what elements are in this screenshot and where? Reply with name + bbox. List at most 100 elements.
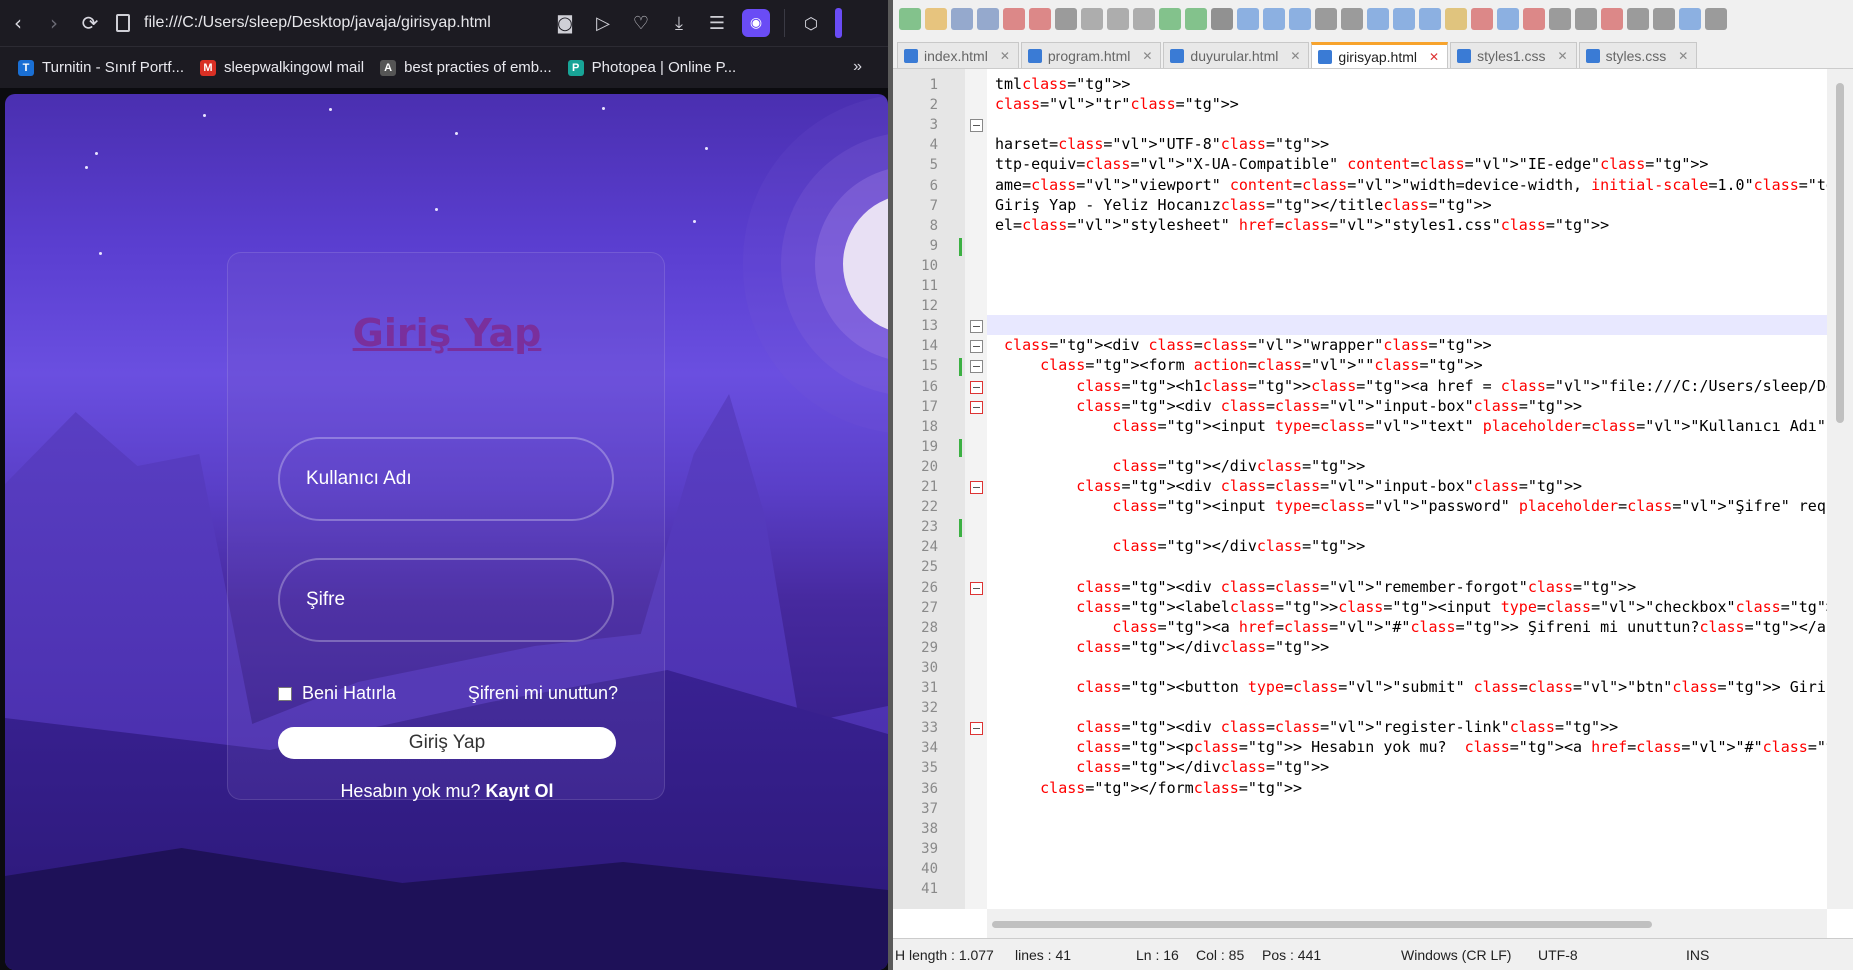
- code-line[interactable]: tmlclass="tg">>: [995, 75, 1130, 93]
- camera-icon[interactable]: ◙: [546, 5, 584, 41]
- scrollbar-thumb[interactable]: [992, 921, 1652, 928]
- toolbar-button-icon[interactable]: [1185, 8, 1207, 30]
- toolbar-button-icon[interactable]: [899, 8, 921, 30]
- code-line[interactable]: class="tg"><pclass="tg">> Hesabın yok mu…: [995, 738, 1827, 756]
- code-line[interactable]: class="tg"><div class=class="vl">"regist…: [995, 718, 1618, 736]
- back-icon[interactable]: ‹: [0, 5, 36, 41]
- close-icon[interactable]: ✕: [1678, 49, 1688, 63]
- vertical-scrollbar[interactable]: [1827, 69, 1853, 909]
- bookmark-item[interactable]: Msleepwalkingowl mail: [200, 59, 364, 76]
- fold-toggle-icon[interactable]: [970, 320, 983, 334]
- close-icon[interactable]: ✕: [1000, 49, 1010, 63]
- code-line[interactable]: class="tg"><a href=class="vl">"#"class="…: [995, 618, 1827, 636]
- code-line[interactable]: class="tg"></divclass="tg">>: [995, 537, 1365, 555]
- toolbar-button-icon[interactable]: [1445, 8, 1467, 30]
- login-submit-button[interactable]: Giriş Yap: [278, 727, 616, 759]
- toolbar-button-icon[interactable]: [1367, 8, 1389, 30]
- toolbar-button-icon[interactable]: [1315, 8, 1337, 30]
- password-input[interactable]: Şifre: [278, 558, 614, 642]
- username-input[interactable]: Kullanıcı Adı: [278, 437, 614, 521]
- fold-toggle-icon[interactable]: [970, 380, 983, 394]
- code-line[interactable]: class="tg"><labelclass="tg">>class="tg">…: [995, 598, 1827, 616]
- download-icon[interactable]: ⤓: [660, 5, 698, 41]
- code-line[interactable]: ame=class="vl">"viewport" content=class=…: [995, 176, 1827, 194]
- close-icon[interactable]: ✕: [1429, 50, 1439, 64]
- code-area[interactable]: tmlclass="tg">> class="vl">"tr"class="tg"…: [987, 69, 1827, 909]
- editor-tab[interactable]: girisyap.html ✕: [1311, 42, 1449, 68]
- editor-tab[interactable]: styles1.css ✕: [1450, 42, 1577, 68]
- scrollbar-thumb[interactable]: [1836, 83, 1844, 423]
- code-line[interactable]: class="tg"><input type=class="vl">"passw…: [995, 497, 1827, 515]
- toolbar-button-icon[interactable]: [1263, 8, 1285, 30]
- bookmark-item[interactable]: P Photopea | Online P...: [567, 59, 736, 76]
- toolbar-button-icon[interactable]: [1341, 8, 1363, 30]
- toolbar-button-icon[interactable]: [1419, 8, 1441, 30]
- code-line[interactable]: class="tg"></divclass="tg">>: [995, 638, 1329, 656]
- toolbar-button-icon[interactable]: [1497, 8, 1519, 30]
- code-line[interactable]: class="tg"><button type=class="vl">"subm…: [995, 678, 1827, 696]
- settings-sliders-icon[interactable]: ☰: [698, 5, 736, 41]
- bookmark-item[interactable]: T Turnitin - Sınıf Portf...: [18, 59, 184, 76]
- address-bar[interactable]: file:///C:/Users/sleep/Desktop/javaja/gi…: [116, 14, 546, 32]
- toolbar-button-icon[interactable]: [1627, 8, 1649, 30]
- code-line[interactable]: class="tg"><div class=class="vl">"input-…: [995, 477, 1582, 495]
- code-line[interactable]: class="tg"><div class=class="vl">"rememb…: [995, 578, 1636, 596]
- forward-icon[interactable]: ›: [36, 5, 72, 41]
- code-line[interactable]: class="tg"><h1class="tg">>class="tg"><a …: [995, 377, 1827, 395]
- code-line[interactable]: class="tg"><div class=class="vl">"wrappe…: [995, 336, 1492, 354]
- toolbar-button-icon[interactable]: [1653, 8, 1675, 30]
- toolbar-button-icon[interactable]: [1081, 8, 1103, 30]
- cube-icon[interactable]: ⬡: [793, 5, 829, 41]
- sidebar-accent[interactable]: [835, 8, 842, 38]
- code-line[interactable]: Giriş Yap - Yeliz Hocanızclass="tg"></ti…: [995, 196, 1492, 214]
- toolbar-button-icon[interactable]: [1211, 8, 1233, 30]
- code-line[interactable]: class="tg"></divclass="tg">>: [995, 457, 1365, 475]
- toolbar-button-icon[interactable]: [1055, 8, 1077, 30]
- fold-toggle-icon[interactable]: [970, 722, 983, 736]
- horizontal-scrollbar[interactable]: [987, 909, 1827, 939]
- fold-toggle-icon[interactable]: [970, 340, 983, 354]
- editor-tab[interactable]: styles.css ✕: [1578, 42, 1698, 68]
- code-line[interactable]: class="tg"></formclass="tg">>: [995, 779, 1302, 797]
- code-line[interactable]: class="tg"><form action=class="vl">""cla…: [995, 356, 1483, 374]
- toolbar-button-icon[interactable]: [1679, 8, 1701, 30]
- editor-tab[interactable]: index.html ✕: [897, 42, 1019, 68]
- toolbar-button-icon[interactable]: [977, 8, 999, 30]
- toolbar-button-icon[interactable]: [1705, 8, 1727, 30]
- login-title-link[interactable]: Giriş Yap: [228, 311, 666, 355]
- toolbar-button-icon[interactable]: [1107, 8, 1129, 30]
- close-icon[interactable]: ✕: [1142, 49, 1152, 63]
- register-link[interactable]: Kayıt Ol: [486, 781, 554, 801]
- toolbar-button-icon[interactable]: [1393, 8, 1415, 30]
- code-line[interactable]: class="tg"><input type=class="vl">"text"…: [995, 417, 1827, 435]
- toolbar-button-icon[interactable]: [951, 8, 973, 30]
- toolbar-button-icon[interactable]: [1471, 8, 1493, 30]
- toolbar-button-icon[interactable]: [1523, 8, 1545, 30]
- fold-toggle-icon[interactable]: [970, 400, 983, 414]
- toolbar-button-icon[interactable]: [1133, 8, 1155, 30]
- bookmarks-overflow-icon[interactable]: »: [853, 58, 862, 76]
- editor-tab[interactable]: program.html ✕: [1020, 42, 1162, 68]
- toolbar-button-icon[interactable]: [1029, 8, 1051, 30]
- fold-toggle-icon[interactable]: [970, 581, 983, 595]
- code-line[interactable]: ttp-equiv=class="vl">"X-UA-Compatible" c…: [995, 155, 1708, 173]
- toolbar-button-icon[interactable]: [1601, 8, 1623, 30]
- toolbar-button-icon[interactable]: [1003, 8, 1025, 30]
- reload-icon[interactable]: ⟳: [72, 5, 108, 41]
- toolbar-button-icon[interactable]: [1237, 8, 1259, 30]
- code-line[interactable]: class="vl">"tr"class="tg">>: [995, 95, 1239, 113]
- code-line[interactable]: class="tg"><div class=class="vl">"input-…: [995, 397, 1582, 415]
- fold-toggle-icon[interactable]: [970, 360, 983, 374]
- forgot-password-link[interactable]: Şifreni mi unuttun?: [468, 683, 618, 704]
- toolbar-button-icon[interactable]: [1549, 8, 1571, 30]
- code-editor[interactable]: 1 2 3 4 5 6 7 8 9 10 11 12 13 14 15 16 17 18 19 20 21 22 23 24 2…: [893, 68, 1853, 939]
- profile-icon[interactable]: ◉: [742, 9, 770, 37]
- fold-toggle-icon[interactable]: [970, 119, 983, 133]
- bookmark-item[interactable]: Abest practies of emb...: [380, 59, 552, 76]
- play-icon[interactable]: ▷: [584, 5, 622, 41]
- code-line[interactable]: el=class="vl">"stylesheet" href=class="v…: [995, 216, 1609, 234]
- editor-tab[interactable]: duyurular.html ✕: [1163, 42, 1310, 68]
- heart-icon[interactable]: ♡: [622, 5, 660, 41]
- code-line[interactable]: harset=class="vl">"UTF-8"class="tg">>: [995, 135, 1329, 153]
- toolbar-button-icon[interactable]: [1575, 8, 1597, 30]
